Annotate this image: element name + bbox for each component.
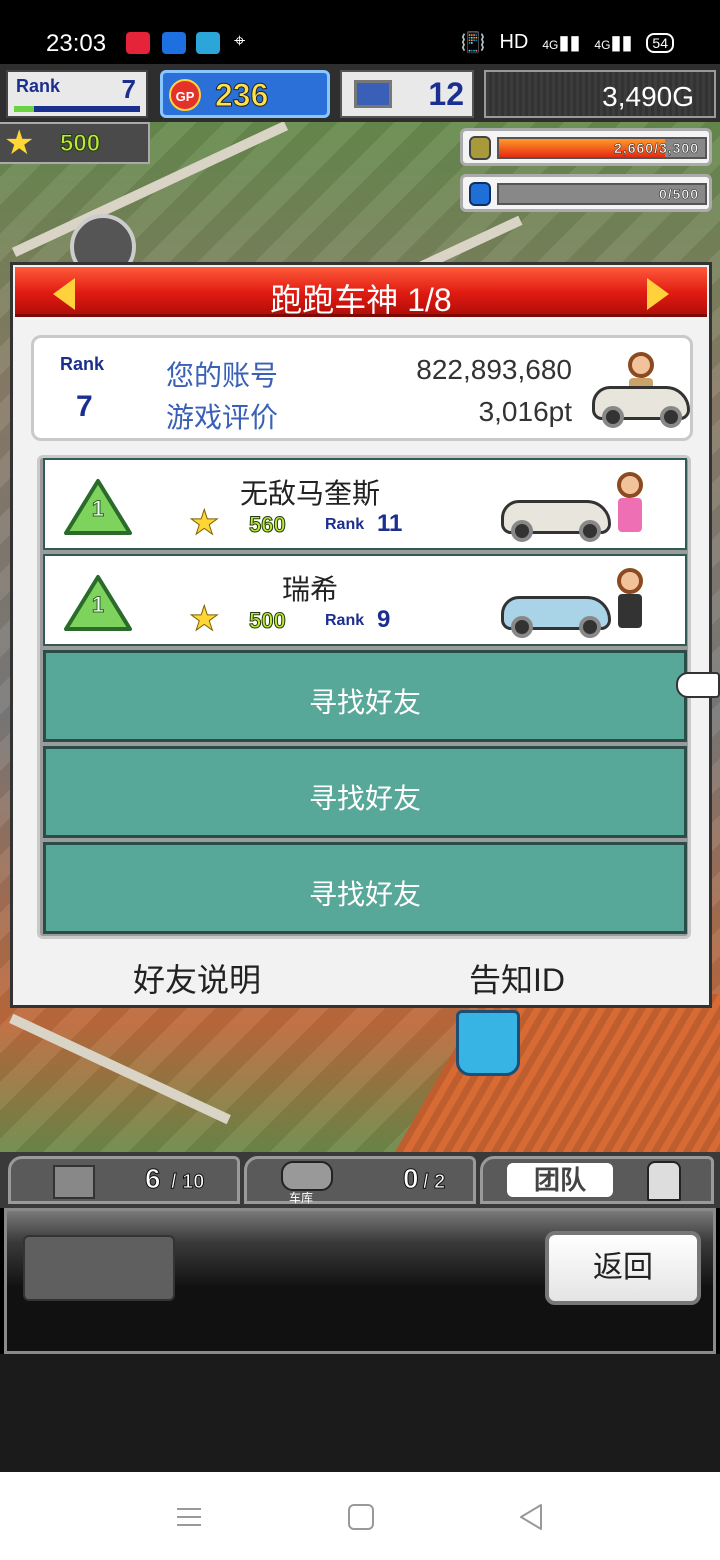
rank-label: Rank xyxy=(16,76,61,96)
star-icon: ★ xyxy=(4,124,35,162)
tab-count: 6 xyxy=(145,1163,162,1195)
friend-name: 无敌马奎斯 xyxy=(239,478,380,509)
rank-value: 7 xyxy=(121,74,136,104)
friend-name: 瑞希 xyxy=(281,574,338,605)
money-meter-text: 2,660/3,300 xyxy=(614,140,699,157)
friend-car-avatar xyxy=(501,568,611,638)
water-meter-text: 0/500 xyxy=(658,186,699,203)
friend-row[interactable]: 1 无敌马奎斯 ★ 560 Rank 11 xyxy=(43,458,687,550)
friend-character xyxy=(615,568,643,638)
account-card: Rank 7 您的账号 822,893,680 游戏评价 3,016pt xyxy=(31,335,693,441)
fame-value: 500 xyxy=(59,130,101,158)
friend-rank-label: Rank xyxy=(325,516,365,533)
top-hud: Rank 7 GP 236 12 3,490G xyxy=(0,64,720,122)
battery-icon: 54 xyxy=(646,32,674,53)
player-car-avatar xyxy=(592,352,690,428)
vibrate-icon: 📳 xyxy=(460,32,486,54)
gold-value: 3,490G xyxy=(602,81,694,112)
garage-car-icon xyxy=(281,1161,333,1191)
friend-stars: 500 xyxy=(249,608,287,634)
tab-max: / 10 xyxy=(170,1171,205,1194)
account-rank-label: Rank xyxy=(60,354,105,374)
app-notification-icon xyxy=(196,32,220,54)
network-type: HD xyxy=(499,31,529,53)
team-label: 团队 xyxy=(507,1163,613,1197)
find-friend-label: 寻找好友 xyxy=(308,783,421,814)
water-meter: 0/500 xyxy=(460,174,712,212)
rank-progress xyxy=(14,106,140,112)
status-time: 23:03 xyxy=(46,30,107,57)
account-id-value: 822,893,680 xyxy=(416,354,572,385)
account-rank-value: 7 xyxy=(76,390,93,423)
trash-bin xyxy=(456,1010,520,1076)
crate-icon xyxy=(53,1165,95,1199)
friend-rank-value: 11 xyxy=(377,510,403,537)
pointer-hand-icon xyxy=(676,672,720,698)
rank-display: Rank 7 xyxy=(6,70,148,118)
rating-label: 游戏评价 xyxy=(166,402,279,433)
share-id-button[interactable]: 告知ID xyxy=(469,955,565,1001)
find-friend-button[interactable]: 寻找好友 xyxy=(43,650,687,742)
dialog-title: 跑跑车神 1/8 xyxy=(270,282,452,318)
star-icon: ★ xyxy=(188,600,220,638)
research-value: 12 xyxy=(428,76,464,112)
money-meter: 2,660/3,300 xyxy=(460,128,712,166)
info-panel: 返回 xyxy=(4,1208,716,1354)
next-page-arrow-icon[interactable] xyxy=(647,278,669,310)
friend-help-button[interactable]: 好友说明 xyxy=(133,955,261,1001)
star-icon: ★ xyxy=(188,504,220,542)
bottle-icon xyxy=(469,182,491,206)
coin-stack-icon xyxy=(469,136,491,160)
friends-dialog: 跑跑车神 1/8 Rank 7 您的账号 822,893,680 游戏评价 3,… xyxy=(10,262,712,1008)
staff-face-icon xyxy=(647,1161,681,1201)
bottom-tabs: 6 / 10 车库 0 / 2 团队 xyxy=(0,1152,720,1208)
friend-stars: 560 xyxy=(249,512,287,538)
garage-roof xyxy=(393,994,720,1152)
menu-icon[interactable] xyxy=(174,1502,204,1532)
friend-row[interactable]: 1 瑞希 ★ 500 Rank 9 xyxy=(43,554,687,646)
gp-icon: GP xyxy=(169,79,201,111)
friend-car-avatar xyxy=(501,472,611,542)
tab-garage[interactable]: 车库 0 / 2 xyxy=(244,1156,476,1205)
gp-display[interactable]: GP 236 xyxy=(160,70,330,118)
home-icon[interactable] xyxy=(346,1502,376,1532)
location-icon: ⌖ xyxy=(234,30,246,52)
gp-value: 236 xyxy=(214,77,269,114)
back-icon[interactable] xyxy=(516,1502,546,1532)
tab-count: 0 xyxy=(403,1163,420,1195)
rating-value: 3,016pt xyxy=(478,396,572,427)
find-friend-label: 寻找好友 xyxy=(308,879,421,910)
navigation-bar xyxy=(0,1472,720,1560)
back-button[interactable]: 返回 xyxy=(545,1231,701,1305)
friend-rank-value: 9 xyxy=(377,606,391,633)
research-display[interactable]: 12 xyxy=(340,70,474,118)
tab-team[interactable]: 团队 xyxy=(480,1156,714,1204)
fence-decoration xyxy=(9,1013,231,1125)
find-friend-label: 寻找好友 xyxy=(308,687,421,718)
signal-icon: 4G▮▮ xyxy=(542,32,581,54)
signal-icon: 4G▮▮ xyxy=(594,32,633,54)
app-notification-icon xyxy=(162,32,186,54)
account-id-label: 您的账号 xyxy=(166,360,279,391)
friend-character xyxy=(615,472,643,542)
status-bar: 23:03 ⌖ 📳 HD 4G▮▮ 4G▮▮ 54 xyxy=(0,0,720,64)
tab-max: / 2 xyxy=(422,1171,446,1194)
app-notification-icon xyxy=(126,32,150,54)
fame-display: ★ 500 xyxy=(0,122,150,164)
info-slot xyxy=(23,1235,175,1301)
dialog-header: 跑跑车神 1/8 xyxy=(15,267,707,318)
gold-display: 3,490G xyxy=(484,70,716,118)
friends-list: 1 无敌马奎斯 ★ 560 Rank 11 1 瑞希 ★ 500 Rank 9 xyxy=(37,455,691,939)
bottom-area xyxy=(0,1354,720,1472)
find-friend-button[interactable]: 寻找好友 xyxy=(43,842,687,934)
find-friend-button[interactable]: 寻找好友 xyxy=(43,746,687,838)
tab-materials[interactable]: 6 / 10 xyxy=(8,1156,240,1204)
computer-icon xyxy=(354,80,392,108)
garage-label: 车库 xyxy=(289,1191,314,1205)
friend-rank-label: Rank xyxy=(325,612,365,629)
